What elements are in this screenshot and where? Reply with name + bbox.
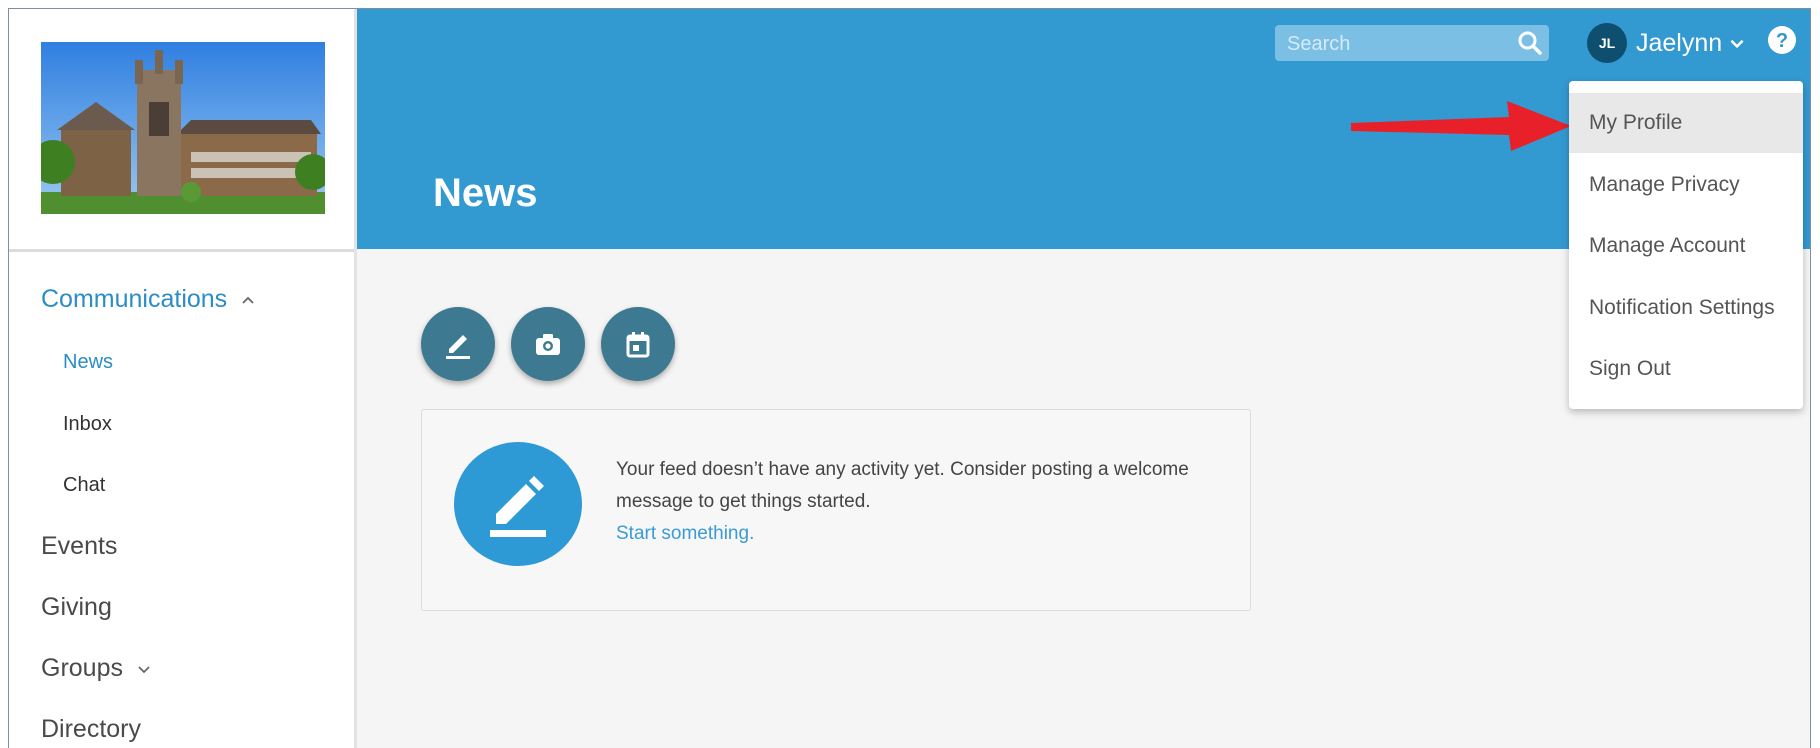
sidebar-item-events[interactable]: Events [41,532,117,561]
empty-feed-text: Your feed doesn’t have any activity yet.… [616,454,1216,550]
app-window: Communications News Inbox Chat Events Gi… [8,8,1811,748]
start-something-link[interactable]: Start something. [616,518,1216,550]
compose-illustration[interactable] [454,442,582,566]
add-event-button[interactable] [601,307,675,381]
menu-item-manage-privacy[interactable]: Manage Privacy [1569,155,1803,215]
sidebar-item-label: Communications [41,285,228,313]
logo-area [9,9,354,252]
chevron-down-icon[interactable] [1728,34,1746,52]
calendar-icon [626,332,650,358]
chevron-up-icon [242,297,254,305]
sidebar-subitem-chat[interactable]: Chat [63,474,105,497]
new-post-button[interactable] [421,307,495,381]
avatar[interactable]: JL [1587,23,1627,63]
empty-feed-card: Your feed doesn’t have any activity yet.… [421,409,1251,611]
sidebar-item-giving[interactable]: Giving [41,593,112,622]
search-box[interactable] [1275,25,1549,63]
camera-icon [536,334,560,355]
pencil-icon [490,476,546,537]
add-photo-button[interactable] [511,307,585,381]
sidebar-item-groups[interactable]: Groups [41,654,152,683]
sidebar: Communications News Inbox Chat Events Gi… [9,9,357,748]
church-logo-image[interactable] [41,42,325,214]
sidebar-subitem-inbox[interactable]: Inbox [63,413,112,436]
sidebar-item-directory[interactable]: Directory [41,715,141,744]
search-input[interactable] [1285,25,1509,63]
search-icon[interactable] [1517,30,1543,56]
chevron-down-icon [138,666,150,674]
user-dropdown-menu: My Profile Manage Privacy Manage Account… [1569,81,1803,409]
user-name[interactable]: Jaelynn [1636,29,1722,58]
menu-item-manage-account[interactable]: Manage Account [1569,216,1803,276]
menu-item-notification-settings[interactable]: Notification Settings [1569,278,1803,338]
menu-item-sign-out[interactable]: Sign Out [1569,339,1803,399]
user-menu-toggle[interactable]: JL Jaelynn [1587,21,1746,65]
menu-item-my-profile[interactable]: My Profile [1569,93,1803,153]
empty-feed-message: Your feed doesn’t have any activity yet.… [616,459,1189,512]
sidebar-subitem-news[interactable]: News [63,351,113,374]
annotation-arrow-icon [1351,101,1571,151]
pencil-icon [446,335,470,359]
svg-text:?: ? [1776,30,1788,52]
sidebar-item-communications[interactable]: Communications [41,285,256,314]
help-icon[interactable]: ? [1767,25,1797,55]
sidebar-item-label: Groups [41,654,123,682]
page-title: News [433,171,538,215]
